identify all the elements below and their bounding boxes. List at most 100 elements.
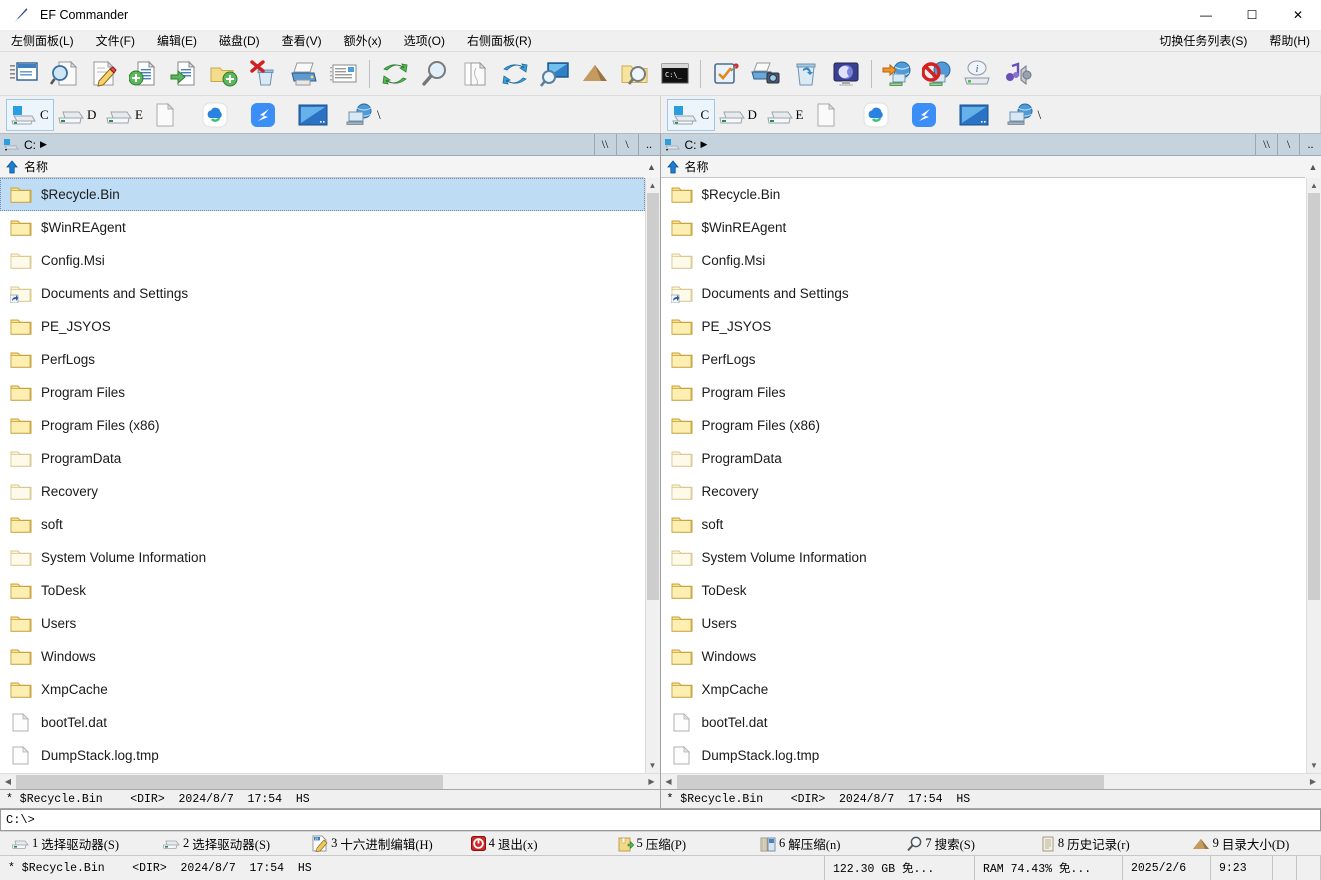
file-row[interactable]: ProgramData <box>661 442 1307 475</box>
hscroll-thumb-right[interactable] <box>676 774 1104 789</box>
tb-compare[interactable] <box>455 54 495 94</box>
scroll-left-arrow-left[interactable]: ◀ <box>0 774 16 790</box>
scroll-down-arrow-left[interactable]: ▼ <box>645 758 660 773</box>
vscroll-thumb-right[interactable] <box>1308 193 1320 600</box>
tb-ftp-disconnect[interactable] <box>917 54 957 94</box>
file-row[interactable]: PerfLogs <box>661 343 1307 376</box>
file-list-left[interactable]: $Recycle.Bin $WinREAgent Config.Msi Documen… <box>0 178 645 773</box>
tb-properties[interactable] <box>324 54 364 94</box>
path-jump-up-left[interactable]: .. <box>637 133 660 156</box>
menu-disk[interactable]: 磁盘(D) <box>208 30 271 52</box>
menu-right-panel[interactable]: 右侧面板(R) <box>456 30 543 52</box>
vertical-scrollbar-left[interactable]: ▲ ▼ <box>644 178 660 773</box>
minimize-button[interactable]: — <box>1183 0 1229 30</box>
tb-ftp-connect[interactable] <box>877 54 917 94</box>
file-row[interactable]: XmpCache <box>661 673 1307 706</box>
tb-move[interactable] <box>164 54 204 94</box>
file-row[interactable]: PE_JSYOS <box>0 310 645 343</box>
vscroll-track-left[interactable] <box>645 193 660 758</box>
scroll-down-arrow-right[interactable]: ▼ <box>1307 758 1321 773</box>
file-row[interactable]: Program Files <box>0 376 645 409</box>
fkey-f7[interactable]: 7 搜索(S) <box>900 832 981 856</box>
status-disk-free[interactable]: 122.30 GB 免... <box>825 856 975 880</box>
column-header-right[interactable]: 名称 ▲ <box>660 156 1321 178</box>
file-row[interactable]: DumpStack.log.tmp <box>661 739 1307 772</box>
path-bar-left[interactable]: C: ▶ \\ \ .. <box>0 133 660 156</box>
tb-dir-size[interactable] <box>575 54 615 94</box>
file-row[interactable]: DumpStack.log.tmp <box>0 739 645 772</box>
file-row[interactable]: $Recycle.Bin <box>0 178 645 211</box>
tb-edit-file[interactable] <box>84 54 124 94</box>
tb-open-window[interactable] <box>4 54 44 94</box>
scroll-left-arrow-right[interactable]: ◀ <box>661 774 677 790</box>
hscroll-track-right[interactable] <box>676 774 1306 790</box>
tb-find-window[interactable] <box>535 54 575 94</box>
tb-screensaver[interactable] <box>826 54 866 94</box>
menu-options[interactable]: 选项(O) <box>393 30 456 52</box>
tb-print[interactable] <box>284 54 324 94</box>
tb-sound[interactable] <box>997 54 1037 94</box>
path-bar-right[interactable]: C: ▶ \\ \ .. <box>660 133 1321 156</box>
file-row[interactable]: PerfLogs <box>0 343 645 376</box>
drive-d-left[interactable]: D <box>54 99 102 131</box>
tb-new-folder[interactable] <box>204 54 244 94</box>
menu-extra[interactable]: 额外(x) <box>333 30 393 52</box>
file-row[interactable]: Config.Msi <box>0 244 645 277</box>
file-row[interactable]: Recovery <box>661 475 1307 508</box>
file-row[interactable]: Users <box>661 607 1307 640</box>
scroll-right-arrow-left[interactable]: ▶ <box>644 774 660 790</box>
file-row[interactable]: soft <box>661 508 1307 541</box>
horizontal-scrollbar-right[interactable]: ◀ ▶ <box>660 773 1321 790</box>
drive-d-right[interactable]: D <box>715 99 763 131</box>
scroll-right-arrow-right[interactable]: ▶ <box>1305 774 1321 790</box>
drive-network-left[interactable]: \ <box>342 99 390 131</box>
file-row[interactable]: ProgramData <box>0 442 645 475</box>
drive-bird-right[interactable] <box>907 99 955 131</box>
file-row[interactable]: Documents and Settings <box>0 277 645 310</box>
path-jump-root-left[interactable]: \ <box>615 133 638 156</box>
tb-view-file[interactable] <box>44 54 84 94</box>
tb-search[interactable] <box>415 54 455 94</box>
fkey-f2[interactable]: 2 选择驱动器(S) <box>157 832 276 856</box>
close-button[interactable]: ✕ <box>1275 0 1321 30</box>
file-row[interactable]: XmpCache <box>0 673 645 706</box>
file-row[interactable]: Windows <box>661 640 1307 673</box>
menu-view[interactable]: 查看(V) <box>271 30 333 52</box>
vscroll-track-right[interactable] <box>1307 193 1321 758</box>
status-ram[interactable]: RAM 74.43% 免... <box>975 856 1123 880</box>
file-list-right[interactable]: $Recycle.Bin $WinREAgent Config.Msi Documen… <box>660 178 1307 773</box>
fkey-f3[interactable]: 19 3 十六进制编辑(H) <box>306 832 439 856</box>
file-row[interactable]: bootTel.dat <box>661 706 1307 739</box>
file-row[interactable]: $Recycle.Bin <box>661 178 1307 211</box>
column-header-menu-left[interactable]: ▲ <box>643 156 660 178</box>
drive-c-right[interactable]: C <box>666 98 715 131</box>
tb-drive-info[interactable]: i <box>957 54 997 94</box>
fkey-f4[interactable]: 4 退出(x) <box>465 832 544 856</box>
file-row[interactable]: ToDesk <box>0 574 645 607</box>
fkey-f9[interactable]: 9 目录大小(D) <box>1186 832 1296 856</box>
maximize-button[interactable]: ☐ <box>1229 0 1275 30</box>
file-row[interactable]: PE_JSYOS <box>661 310 1307 343</box>
file-row[interactable]: $WinREAgent <box>0 211 645 244</box>
file-row[interactable]: Program Files (x86) <box>661 409 1307 442</box>
path-jump-up-right[interactable]: .. <box>1299 133 1321 156</box>
fkey-f1[interactable]: 1 选择驱动器(S) <box>6 832 125 856</box>
scroll-up-arrow-right[interactable]: ▲ <box>1307 178 1321 193</box>
fkey-f8[interactable]: 8 历史记录(r) <box>1035 832 1136 856</box>
file-row[interactable]: Users <box>0 607 645 640</box>
file-row[interactable]: Recovery <box>0 475 645 508</box>
drive-e-right[interactable]: E <box>763 99 811 131</box>
path-chevron-right-icon-right[interactable]: ▶ <box>701 139 708 150</box>
drive-cloud-left[interactable] <box>198 99 246 131</box>
file-row[interactable]: System Volume Information <box>661 541 1307 574</box>
tb-console[interactable]: C:\_ <box>655 54 695 94</box>
tb-refresh[interactable] <box>375 54 415 94</box>
drive-bird-left[interactable] <box>246 99 294 131</box>
column-header-menu-right[interactable]: ▲ <box>1305 156 1321 178</box>
file-row[interactable]: ToDesk <box>661 574 1307 607</box>
file-row[interactable]: $WinREAgent <box>661 211 1307 244</box>
tb-synchronize[interactable] <box>495 54 535 94</box>
vertical-scrollbar-right[interactable]: ▲ ▼ <box>1306 178 1321 773</box>
file-row[interactable]: Config.Msi <box>661 244 1307 277</box>
tb-folder-search[interactable] <box>615 54 655 94</box>
